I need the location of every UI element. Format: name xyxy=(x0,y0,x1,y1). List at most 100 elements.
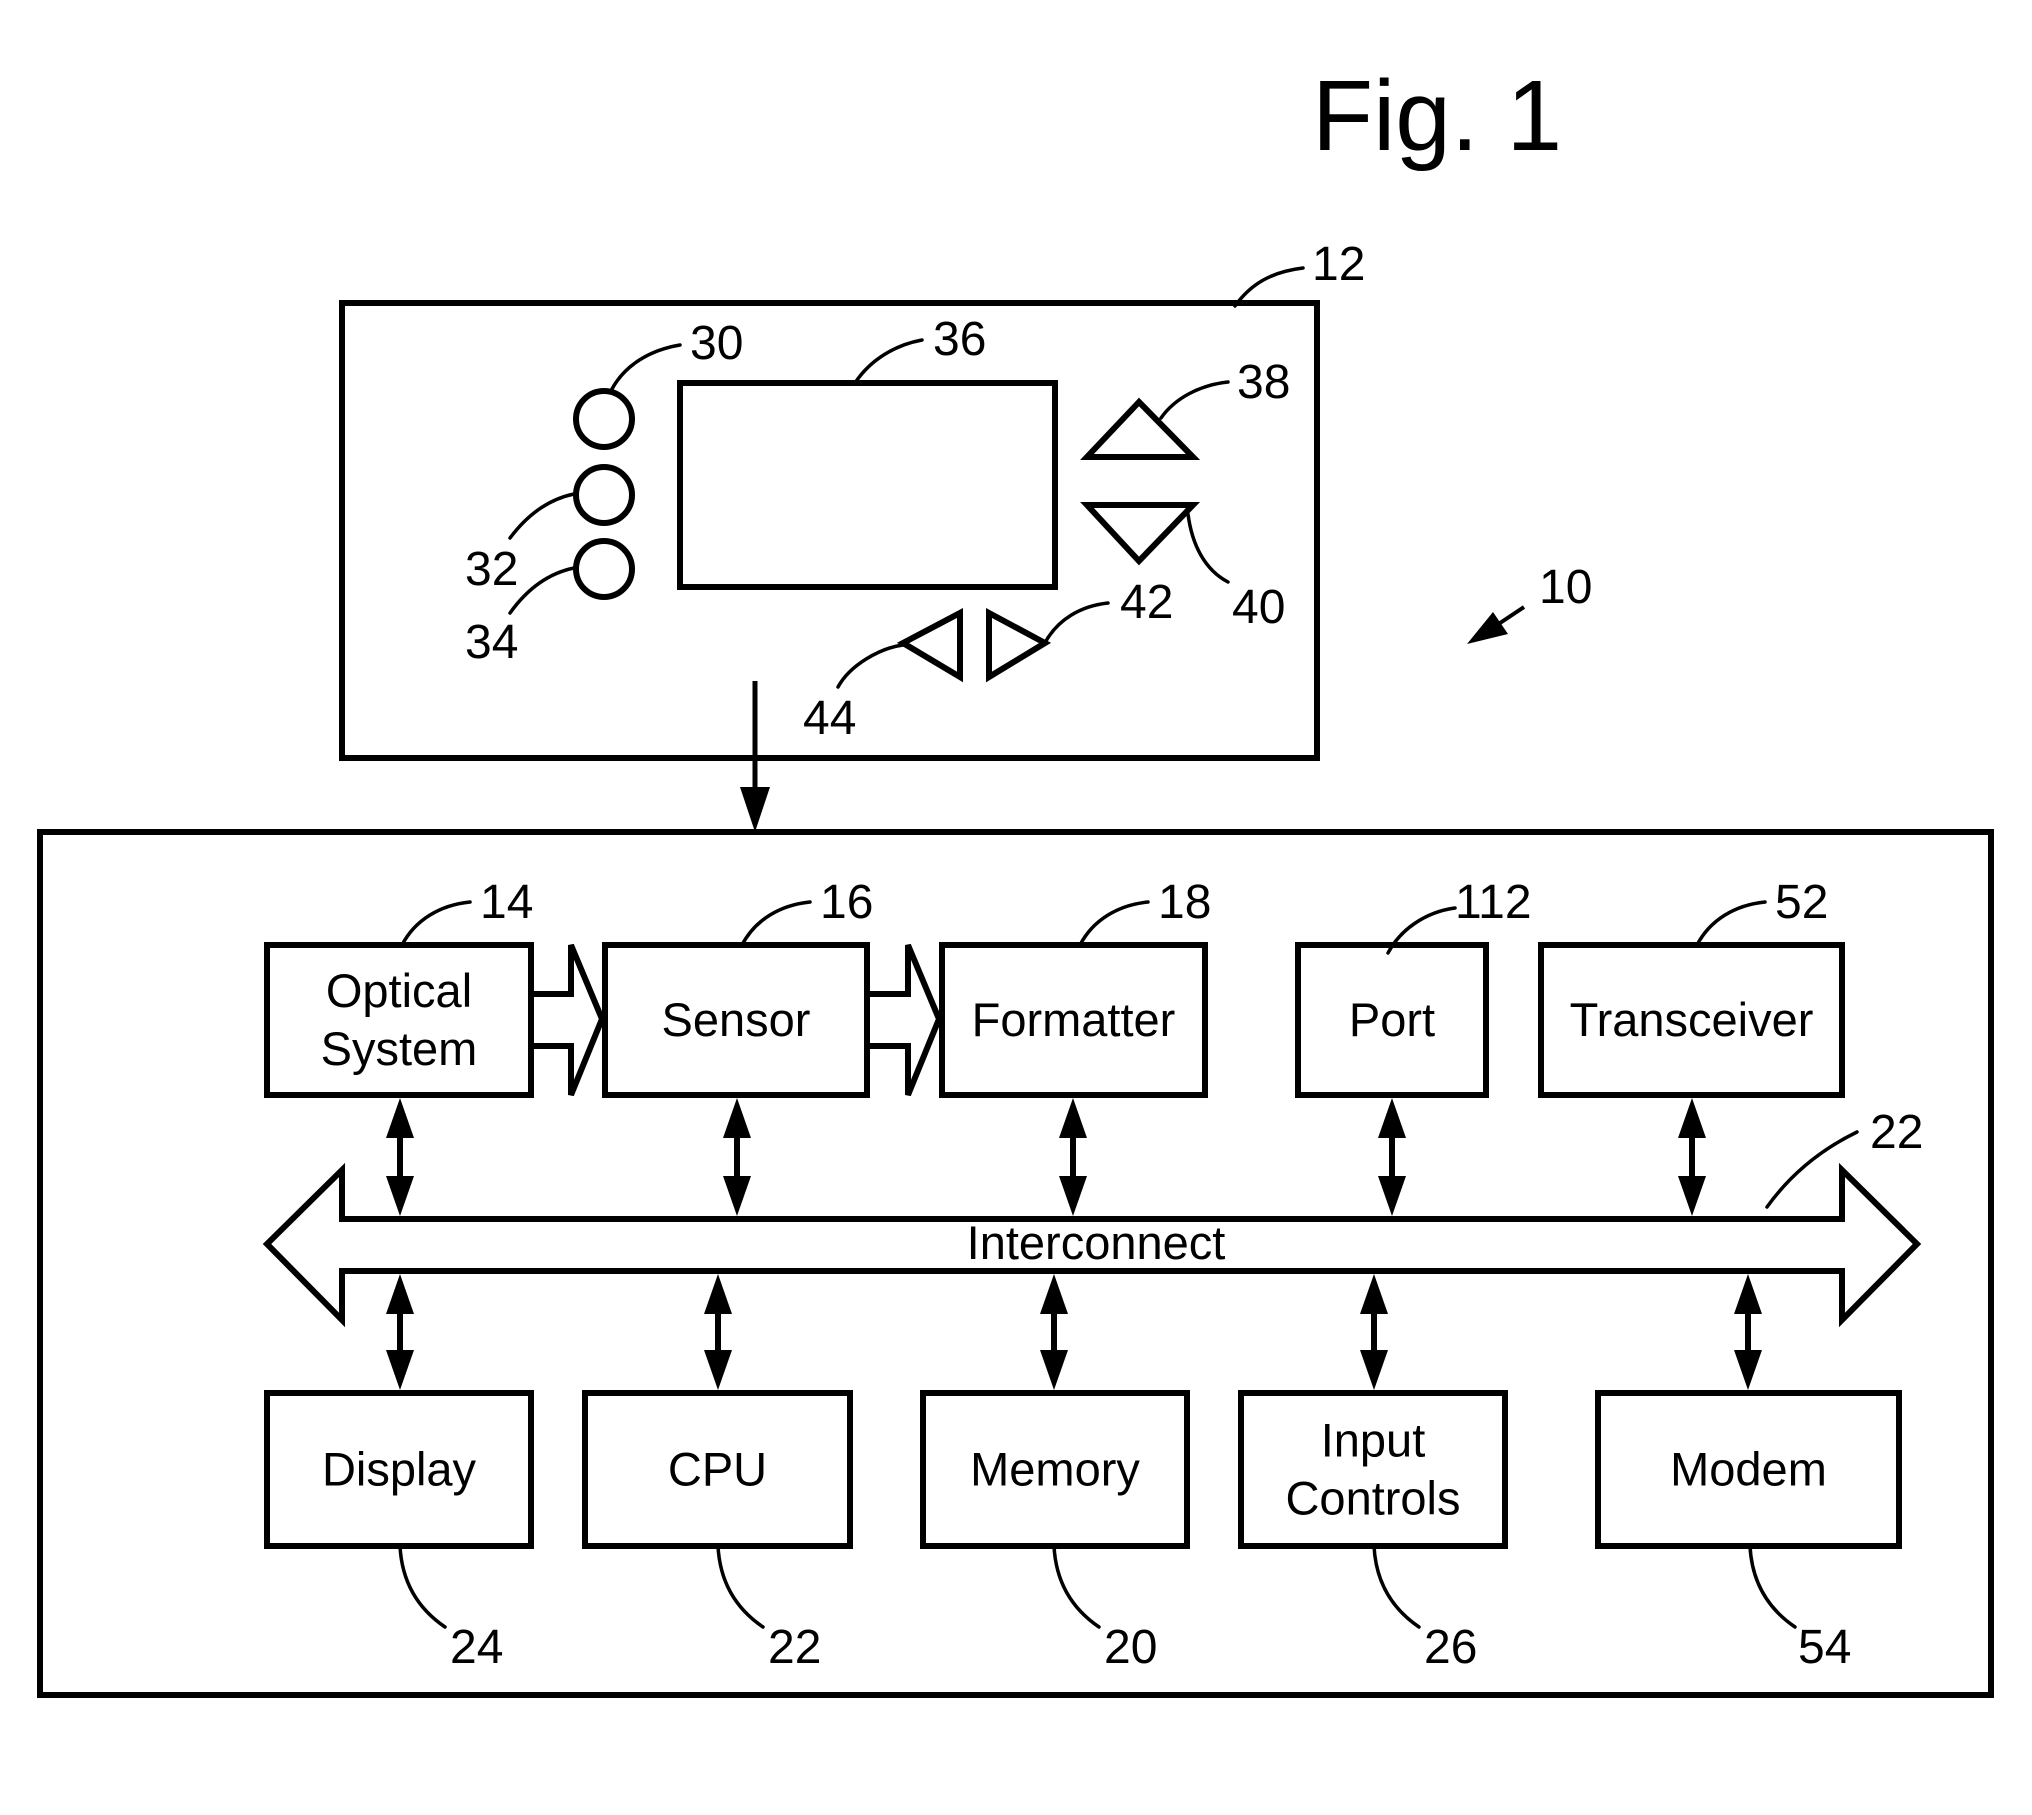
bus-link-modem-head-up-icon xyxy=(1734,1274,1762,1314)
block-port[interactable]: Port 112 xyxy=(1295,876,1532,1098)
bus-link-port-head-up-icon xyxy=(1378,1098,1406,1138)
block-input-controls[interactable]: InputControls 26 xyxy=(1238,1390,1508,1674)
ref-label-44: 44 xyxy=(803,692,856,745)
leader-14-optical-system xyxy=(400,900,472,947)
ref-label-formatter: 18 xyxy=(1158,876,1211,929)
down-key-icon[interactable] xyxy=(1080,502,1201,566)
bus-link-modem xyxy=(1734,1274,1762,1390)
leader-34 xyxy=(508,566,576,615)
bus-link-sensor xyxy=(723,1098,751,1216)
left-key-icon[interactable] xyxy=(896,608,963,683)
bus-link-sensor-head-up-icon xyxy=(723,1098,751,1138)
sensor-label-line-1: Sensor xyxy=(662,993,811,1046)
cpu-label-line-1: CPU xyxy=(668,1443,767,1496)
system-ref-10: 10 xyxy=(1467,561,1592,644)
transceiver-label-line-1: Transceiver xyxy=(1570,993,1814,1046)
ref-label-input-controls: 26 xyxy=(1424,1621,1477,1674)
button-32[interactable] xyxy=(573,464,635,526)
bus-link-optical-system-head-down-icon xyxy=(386,1176,414,1216)
block-display[interactable]: Display 24 xyxy=(264,1390,534,1674)
interconnect-bus: Interconnect 22 xyxy=(262,1106,1923,1328)
formatter-label-line-1: Formatter xyxy=(972,993,1176,1046)
figure-title: Fig. 1 xyxy=(1312,60,1562,172)
optical-to-sensor-arrow-icon xyxy=(531,943,606,1097)
bus-link-port-head-down-icon xyxy=(1378,1176,1406,1216)
leader-24-display xyxy=(398,1544,447,1629)
input-controls-label-line-1: Input xyxy=(1321,1414,1426,1467)
bus-link-transceiver-head-down-icon xyxy=(1678,1176,1706,1216)
ref-label-36: 36 xyxy=(933,313,986,366)
bus-link-input-controls xyxy=(1360,1274,1388,1390)
ref-label-10: 10 xyxy=(1539,561,1592,614)
leader-36 xyxy=(853,338,924,385)
block-transceiver[interactable]: Transceiver 52 xyxy=(1538,876,1845,1098)
ref-label-port: 112 xyxy=(1455,876,1532,929)
bus-link-cpu-head-down-icon xyxy=(704,1350,732,1390)
bus-link-sensor-head-down-icon xyxy=(723,1176,751,1216)
ref-label-34: 34 xyxy=(465,616,518,669)
block-modem[interactable]: Modem 54 xyxy=(1595,1390,1902,1674)
block-memory[interactable]: Memory 20 xyxy=(920,1390,1190,1674)
up-key-icon[interactable] xyxy=(1080,397,1201,460)
bus-link-memory xyxy=(1040,1274,1068,1390)
right-key-icon[interactable] xyxy=(986,607,1052,683)
bus-link-port xyxy=(1378,1098,1406,1216)
ref-label-32: 32 xyxy=(465,543,518,596)
bus-link-input-controls-head-down-icon xyxy=(1360,1350,1388,1390)
ref-label-38[interactable]: 38 xyxy=(1237,356,1290,409)
optical-system-label-line-1: Optical xyxy=(326,964,472,1017)
ref-label-sensor: 16 xyxy=(820,876,873,929)
block-cpu[interactable]: CPU 22 xyxy=(582,1390,853,1674)
bus-link-display-head-up-icon xyxy=(386,1274,414,1314)
ref-label-display: 24 xyxy=(450,1621,503,1674)
bus-link-input-controls-head-up-icon xyxy=(1360,1274,1388,1314)
leader-16-sensor xyxy=(740,900,812,947)
leader-54-modem xyxy=(1748,1544,1797,1629)
modem-label-line-1: Modem xyxy=(1670,1443,1827,1496)
bus-link-display-head-down-icon xyxy=(386,1350,414,1390)
button-34[interactable] xyxy=(573,538,635,600)
ref-label-30: 30 xyxy=(690,317,743,370)
block-diagram: Fig. 1 10 12 30 32 34 36 38 40 42 44 Int… xyxy=(37,60,1994,1698)
bus-link-transceiver xyxy=(1678,1098,1706,1216)
optical-system-label-line-2: System xyxy=(321,1022,478,1075)
display-label-line-1: Display xyxy=(322,1443,477,1496)
ref-label-modem: 54 xyxy=(1798,1621,1851,1674)
leader-44 xyxy=(836,643,905,689)
device-to-system-arrow-head-icon xyxy=(740,787,770,832)
ref-label-optical-system: 14 xyxy=(480,876,533,929)
bus-link-formatter-head-up-icon xyxy=(1059,1098,1087,1138)
button-30[interactable] xyxy=(573,388,635,450)
top-block-row: OpticalSystem 14 Sensor 16 Formatter 18 Port 11… xyxy=(264,876,1845,1098)
leader-52-transceiver xyxy=(1695,900,1767,947)
bus-link-display xyxy=(386,1274,414,1390)
ref-label-transceiver: 52 xyxy=(1775,876,1828,929)
block-formatter[interactable]: Formatter 18 xyxy=(939,876,1211,1098)
device: 12 30 32 34 36 38 40 42 44 xyxy=(339,238,1365,832)
bus-link-cpu xyxy=(704,1274,732,1390)
input-controls-label-line-2: Controls xyxy=(1285,1472,1460,1525)
block-sensor[interactable]: Sensor 16 xyxy=(602,876,873,1098)
device-screen xyxy=(677,380,1058,590)
bus-link-optical-system-head-up-icon xyxy=(386,1098,414,1138)
bus-link-memory-head-up-icon xyxy=(1040,1274,1068,1314)
leader-42 xyxy=(1044,601,1110,643)
bus-link-optical-system xyxy=(386,1098,414,1216)
leader-26-input-controls xyxy=(1372,1544,1421,1629)
interconnect-label: Interconnect xyxy=(967,1216,1226,1269)
leader-38 xyxy=(1159,380,1230,420)
bus-link-formatter-head-down-icon xyxy=(1059,1176,1087,1216)
leader-30 xyxy=(610,343,682,391)
leader-32 xyxy=(508,492,576,540)
memory-label-line-1: Memory xyxy=(970,1443,1140,1496)
bus-link-formatter xyxy=(1059,1098,1087,1216)
bus-link-memory-head-down-icon xyxy=(1040,1350,1068,1390)
ref-label-bus-22: 22 xyxy=(1870,1106,1923,1159)
leader-18-formatter xyxy=(1078,900,1150,947)
ref-label-memory: 20 xyxy=(1104,1621,1157,1674)
block-optical-system[interactable]: OpticalSystem 14 xyxy=(264,876,534,1098)
sensor-to-formatter-arrow-icon xyxy=(868,943,943,1097)
leader-22-cpu xyxy=(716,1544,765,1629)
bus-link-transceiver-head-up-icon xyxy=(1678,1098,1706,1138)
ref-label-40: 40 xyxy=(1232,581,1285,634)
